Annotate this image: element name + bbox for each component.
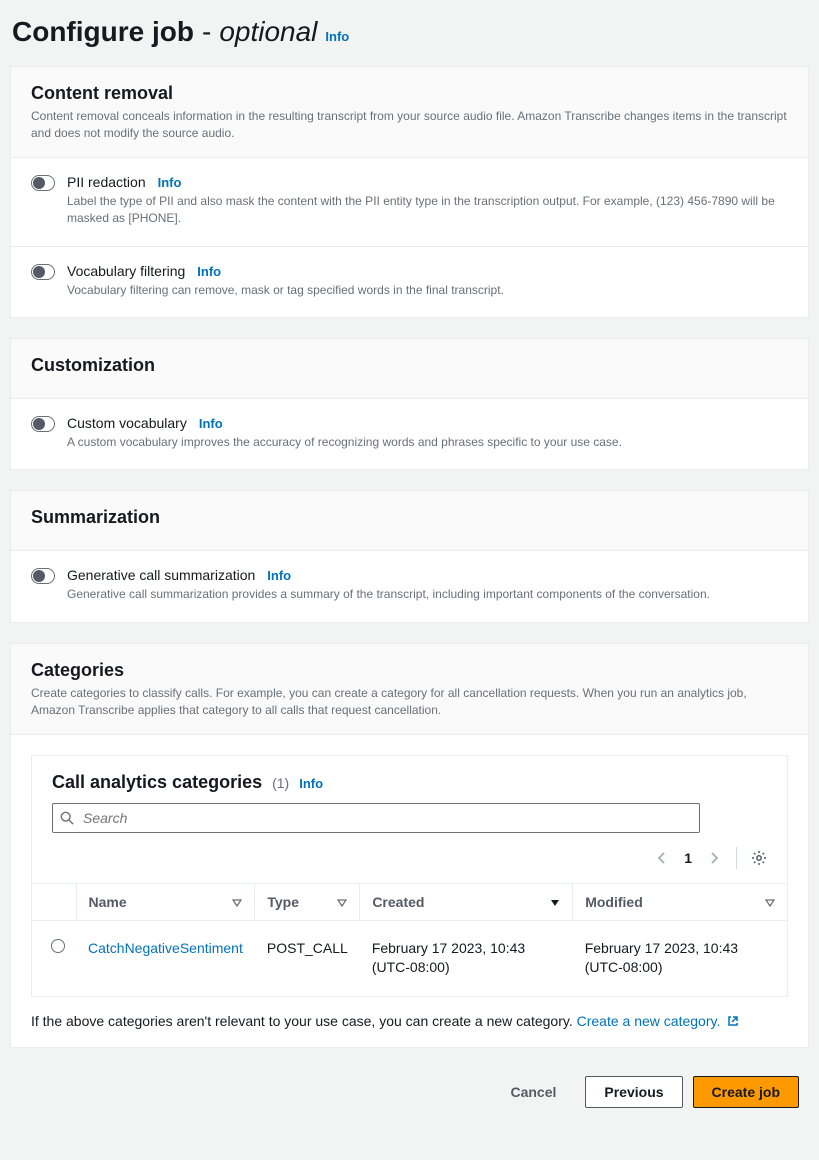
vocab-filter-label: Vocabulary filtering [67,263,185,279]
panel-header-content-removal: Content removal Content removal conceals… [11,67,808,158]
row-modified: February 17 2023, 10:43 (UTC-08:00) [573,920,787,996]
col-select [32,883,76,920]
call-analytics-container: Call analytics categories (1) Info 1 [31,755,788,997]
search-input[interactable] [52,803,700,833]
customization-title: Customization [31,355,788,376]
row-type: POST_CALL [255,920,360,996]
create-category-link[interactable]: Create a new category. [577,1013,740,1029]
categories-note-text: If the above categories aren't relevant … [31,1013,577,1029]
col-modified-label: Modified [585,894,643,910]
summarization-title: Summarization [31,507,788,528]
footer-actions: Cancel Previous Create job [10,1068,809,1112]
create-category-link-text: Create a new category. [577,1013,721,1029]
pii-info-link[interactable]: Info [158,175,182,190]
gen-summary-desc: Generative call summarization provides a… [67,586,788,603]
sort-icon [337,897,347,907]
external-link-icon [727,1015,739,1027]
vocab-filter-info-link[interactable]: Info [197,264,221,279]
custom-vocab-desc: A custom vocabulary improves the accurac… [67,434,788,451]
custom-vocab-label: Custom vocabulary [67,415,187,431]
panel-categories: Categories Create categories to classify… [10,643,809,1048]
gen-summary-info-link[interactable]: Info [267,568,291,583]
pager-prev-icon[interactable] [654,850,670,866]
page-title: Configure job - optional Info [10,12,809,66]
panel-content-removal: Content removal Content removal conceals… [10,66,809,318]
sort-icon [765,897,775,907]
panel-header-customization: Customization [11,339,808,399]
toggle-row-generative-summarization: Generative call summarization Info Gener… [11,551,808,621]
call-analytics-info-link[interactable]: Info [299,776,323,791]
table-row: CatchNegativeSentiment POST_CALL Februar… [32,920,787,996]
col-created-label: Created [372,894,424,910]
pager-page-number: 1 [684,850,692,866]
categories-desc: Create categories to classify calls. For… [31,685,788,720]
previous-button[interactable]: Previous [585,1076,682,1108]
col-type[interactable]: Type [255,883,360,920]
settings-gear-icon[interactable] [751,850,767,866]
col-type-label: Type [267,894,299,910]
search-icon [60,811,74,825]
toggle-vocabulary-filtering[interactable] [31,264,55,280]
create-job-button[interactable]: Create job [693,1076,799,1108]
page-title-info-link[interactable]: Info [325,29,349,44]
pager-divider [736,847,737,869]
cancel-button[interactable]: Cancel [491,1076,575,1108]
custom-vocab-info-link[interactable]: Info [199,416,223,431]
toggle-custom-vocabulary[interactable] [31,416,55,432]
content-removal-title: Content removal [31,83,788,104]
gen-summary-label: Generative call summarization [67,567,255,583]
pii-label: PII redaction [67,174,146,190]
col-name-label: Name [89,894,127,910]
row-created: February 17 2023, 10:43 (UTC-08:00) [360,920,573,996]
categories-table: Name Type Created Modified CatchNegative… [32,883,787,996]
page-title-main: Configure job [12,16,194,48]
col-created[interactable]: Created [360,883,573,920]
toggle-row-pii: PII redaction Info Label the type of PII… [11,158,808,246]
toggle-row-custom-vocab: Custom vocabulary Info A custom vocabula… [11,399,808,469]
categories-title: Categories [31,660,788,681]
panel-header-categories: Categories Create categories to classify… [11,644,808,735]
pii-desc: Label the type of PII and also mask the … [67,193,788,228]
panel-header-summarization: Summarization [11,491,808,551]
sort-active-icon [550,897,560,907]
col-name[interactable]: Name [76,883,255,920]
call-analytics-count: (1) [272,775,289,791]
sort-icon [232,897,242,907]
row-radio[interactable] [51,939,65,953]
call-analytics-title: Call analytics categories [52,772,262,793]
row-name-link[interactable]: CatchNegativeSentiment [88,940,243,956]
categories-note: If the above categories aren't relevant … [11,997,808,1047]
col-modified[interactable]: Modified [573,883,787,920]
page-title-optional: optional [219,16,317,48]
vocab-filter-desc: Vocabulary filtering can remove, mask or… [67,282,788,299]
toggle-row-vocab-filter: Vocabulary filtering Info Vocabulary fil… [11,246,808,317]
page-title-dash: - [202,16,211,48]
toggle-pii-redaction[interactable] [31,175,55,191]
panel-customization: Customization Custom vocabulary Info A c… [10,338,809,470]
pager-next-icon[interactable] [706,850,722,866]
panel-summarization: Summarization Generative call summarizat… [10,490,809,622]
content-removal-desc: Content removal conceals information in … [31,108,788,143]
toggle-generative-summarization[interactable] [31,568,55,584]
